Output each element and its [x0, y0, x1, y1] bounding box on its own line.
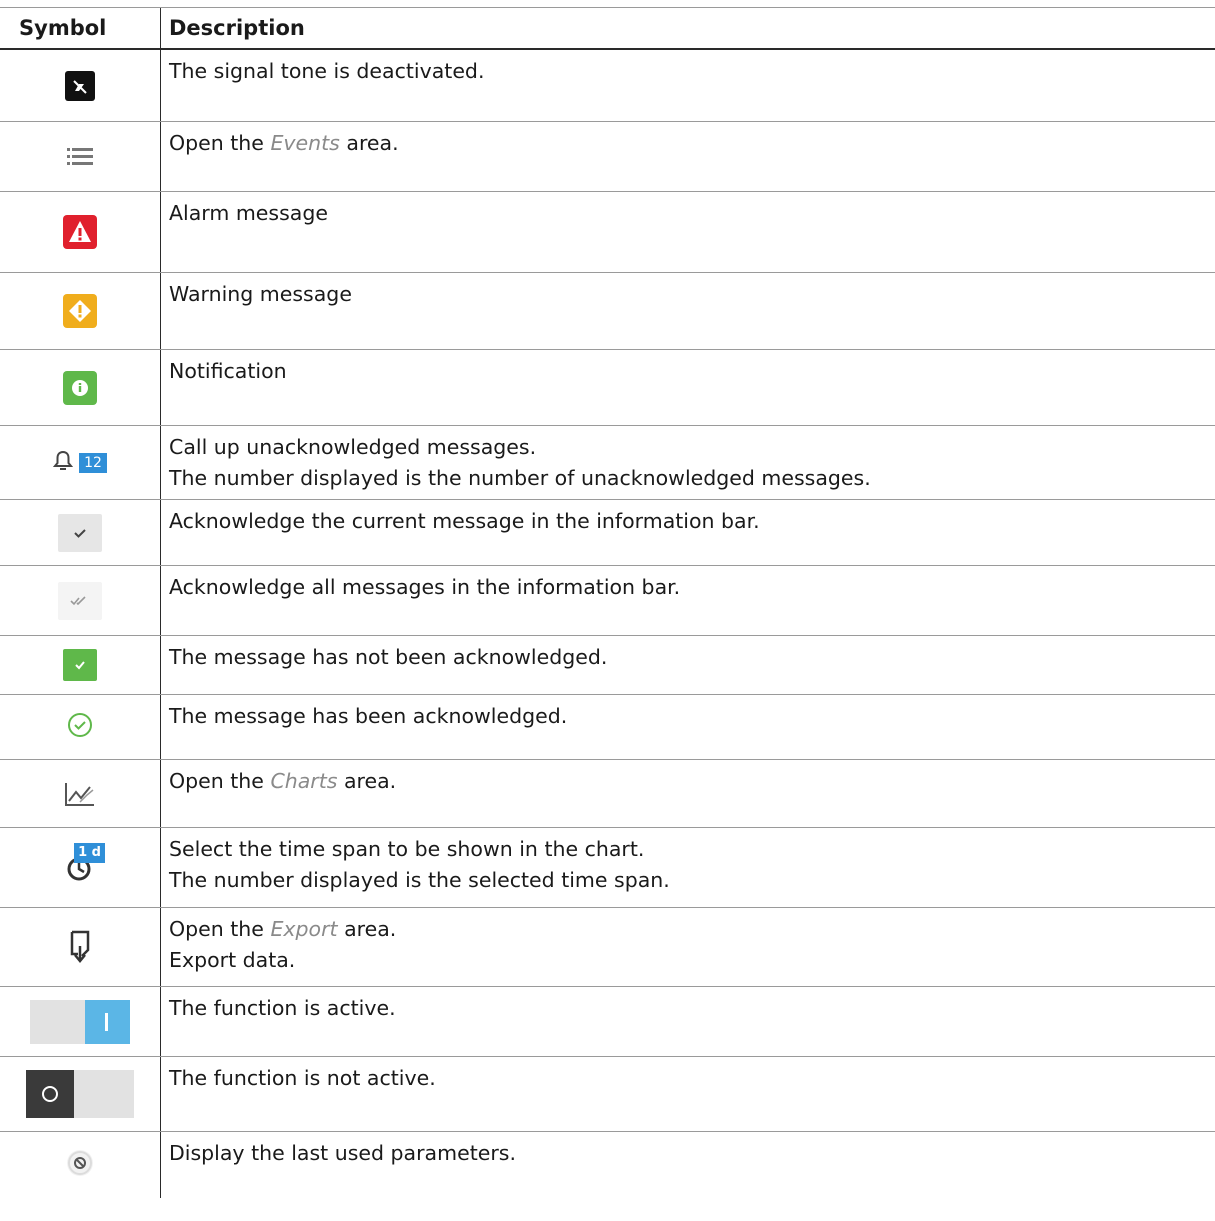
- header-description: Description: [169, 16, 305, 40]
- table-row: The message has been acknowledged.: [0, 695, 1215, 760]
- toggle-on-icon: [30, 999, 130, 1044]
- table-row: Acknowledge the current message in the i…: [0, 500, 1215, 566]
- table-row: Display the last used parameters.: [0, 1132, 1215, 1198]
- table-row: The function is not active.: [0, 1057, 1215, 1132]
- events-link: Events: [270, 131, 340, 155]
- table-header: Symbol Description: [0, 7, 1215, 50]
- unacknowledged-check-icon: [63, 649, 97, 681]
- row-description-line2: The number displayed is the number of un…: [169, 466, 871, 490]
- table-row: 1 d Select the time span to be shown in …: [0, 828, 1215, 908]
- toggle-off-icon: [26, 1070, 134, 1118]
- table-row: Open the Charts area.: [0, 760, 1215, 828]
- alarm-icon: [63, 215, 97, 249]
- row-description: The function is active.: [169, 996, 396, 1020]
- table-row: Open the Events area.: [0, 122, 1215, 192]
- row-description-line2: Export data.: [169, 948, 296, 972]
- symbol-table: Symbol Description The signal tone is de…: [0, 7, 1215, 1198]
- export-link: Export: [270, 917, 338, 941]
- row-description: Notification: [169, 359, 287, 383]
- check-icon: [58, 513, 102, 552]
- table-row: The message has not been acknowledged.: [0, 636, 1215, 695]
- bell-icon: [52, 450, 74, 476]
- table-row: The function is active.: [0, 987, 1215, 1057]
- export-icon: [69, 930, 91, 964]
- row-description: Select the time span to be shown in the …: [169, 837, 645, 861]
- double-check-icon: [58, 581, 102, 620]
- table-row: Alarm message: [0, 192, 1215, 273]
- time-span-badge: 1 d: [74, 842, 105, 863]
- warning-icon: [63, 294, 97, 328]
- row-description: The signal tone is deactivated.: [169, 59, 485, 83]
- row-description: The message has not been acknowledged.: [169, 645, 608, 669]
- row-description-line2: The number displayed is the selected tim…: [169, 868, 670, 892]
- row-description: Alarm message: [169, 201, 328, 225]
- header-symbol: Symbol: [0, 8, 161, 48]
- notification-icon: [63, 370, 97, 405]
- events-list-icon: [67, 146, 93, 168]
- history-icon: [65, 1148, 95, 1182]
- table-row: Open the Export area. Export data.: [0, 908, 1215, 987]
- time-span-icon: 1 d: [65, 842, 105, 883]
- charts-icon: [64, 781, 96, 807]
- table-row: The signal tone is deactivated.: [0, 50, 1215, 122]
- row-description: Acknowledge all messages in the informat…: [169, 575, 681, 599]
- table-row: Notification: [0, 350, 1215, 426]
- table-row: Warning message: [0, 273, 1215, 350]
- row-description: Warning message: [169, 282, 352, 306]
- unacknowledged-count-badge: 12: [79, 452, 107, 473]
- acknowledged-circle-check-icon: [66, 711, 94, 743]
- row-description: The function is not active.: [169, 1066, 436, 1090]
- charts-link: Charts: [270, 769, 338, 793]
- table-row: 12 Call up unacknowledged messages. The …: [0, 426, 1215, 500]
- row-description: The message has been acknowledged.: [169, 704, 568, 728]
- row-description: Acknowledge the current message in the i…: [169, 509, 760, 533]
- table-row: Acknowledge all messages in the informat…: [0, 566, 1215, 636]
- row-description: Display the last used parameters.: [169, 1141, 516, 1165]
- signal-tone-off-icon: [65, 70, 95, 101]
- row-description: Call up unacknowledged messages.: [169, 435, 537, 459]
